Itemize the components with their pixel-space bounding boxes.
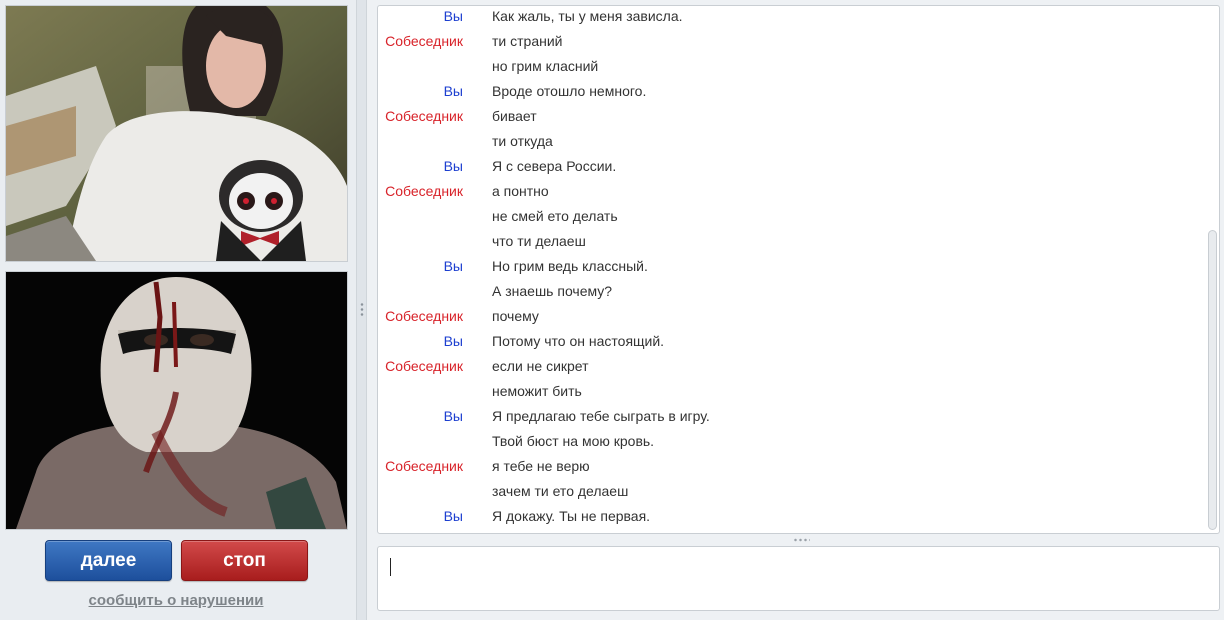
message-text: Как жаль, ты у меня зависла. (492, 8, 683, 24)
message-text: почему (492, 308, 539, 324)
chat-scrollbar[interactable] (1208, 8, 1217, 531)
chat-message: Вы Я предлагаю тебе сыграть в игру. (378, 404, 1205, 429)
chat-message: но грим класний (378, 54, 1205, 79)
chat-message: Вы Я с севера России. (378, 154, 1205, 179)
stranger-video-frame (6, 6, 347, 261)
chat-message: Собеседник бивает (378, 104, 1205, 129)
video-panel: далее стоп сообщить о нарушении (0, 0, 356, 620)
message-sender: Вы (443, 508, 463, 524)
message-text: Я докажу. Ты не первая. (492, 508, 651, 524)
message-sender: Вы (443, 158, 463, 174)
message-text: Потому что он настоящий. (492, 333, 665, 349)
message-text: что ти делаеш (492, 233, 586, 249)
message-text: А знаешь почему? (492, 283, 613, 299)
message-text: ти откуда (492, 133, 553, 149)
next-button[interactable]: далее (45, 540, 172, 581)
chat-message: Вы Как жаль, ты у меня зависла. (378, 6, 1205, 29)
message-text: я тебе не верю (492, 458, 590, 474)
horizontal-splitter-grip-icon[interactable] (793, 538, 810, 542)
chat-message: что ти делаеш (378, 229, 1205, 254)
scrollbar-thumb[interactable] (1208, 230, 1217, 530)
chat-message: Вы Потому что он настоящий. (378, 329, 1205, 354)
message-text: ти страний (492, 33, 563, 49)
message-text: если не сикрет (492, 358, 589, 374)
message-text: Я с севера России. (492, 158, 617, 174)
chat-message: Собеседник а понтно (378, 179, 1205, 204)
message-text: не смей ето делать (492, 208, 618, 224)
message-text: зачем ти ето делаеш (492, 483, 629, 499)
chat-message: Вы Вроде отошло немного. (378, 79, 1205, 104)
message-sender: Собеседник (385, 458, 463, 474)
message-text: а понтно (492, 183, 549, 199)
own-video (5, 271, 348, 530)
message-sender: Вы (443, 8, 463, 24)
chat-message: А знаешь почему? (378, 279, 1205, 304)
own-video-frame (6, 272, 347, 529)
text-caret (390, 558, 391, 576)
chat-message: Вы Но грим ведь классный. (378, 254, 1205, 279)
report-violation-link[interactable]: сообщить о нарушении (0, 592, 352, 609)
chat-log[interactable]: Вы Как жаль, ты у меня зависла. Собеседник… (377, 5, 1220, 534)
chat-message: Собеседник ти страний (378, 29, 1205, 54)
stranger-video (5, 5, 348, 262)
chat-message: Вы Я докажу. Ты не первая. (378, 504, 1205, 529)
message-sender: Вы (443, 408, 463, 424)
message-sender: Собеседник (385, 108, 463, 124)
message-sender: Собеседник (385, 308, 463, 324)
message-text: бивает (492, 108, 537, 124)
message-sender: Собеседник (385, 358, 463, 374)
chat-message: Твой бюст на мою кровь. (378, 429, 1205, 454)
message-sender: Вы (443, 333, 463, 349)
message-sender: Собеседник (385, 183, 463, 199)
message-list: Вы Как жаль, ты у меня зависла. Собеседник… (378, 6, 1205, 529)
message-sender: Вы (443, 258, 463, 274)
chat-message: Собеседник если не сикрет (378, 354, 1205, 379)
message-text: Твой бюст на мою кровь. (492, 433, 655, 449)
message-text: Вроде отошло немного. (492, 83, 647, 99)
message-text: Я предлагаю тебе сыграть в игру. (492, 408, 710, 424)
chat-message: зачем ти ето делаеш (378, 479, 1205, 504)
chat-message: неможит бить (378, 379, 1205, 404)
vertical-splitter[interactable] (356, 0, 367, 620)
chat-message: Собеседник я тебе не верю (378, 454, 1205, 479)
message-sender: Вы (443, 83, 463, 99)
chat-message: не смей ето делать (378, 204, 1205, 229)
chat-message: ти откуда (378, 129, 1205, 154)
message-text: неможит бить (492, 383, 582, 399)
splitter-grip-icon[interactable] (360, 302, 364, 316)
message-text: но грим класний (492, 58, 599, 74)
message-input[interactable] (377, 546, 1220, 611)
message-sender: Собеседник (385, 33, 463, 49)
stop-button[interactable]: стоп (181, 540, 308, 581)
message-text: Но грим ведь классный. (492, 258, 648, 274)
chat-message: Собеседник почему (378, 304, 1205, 329)
